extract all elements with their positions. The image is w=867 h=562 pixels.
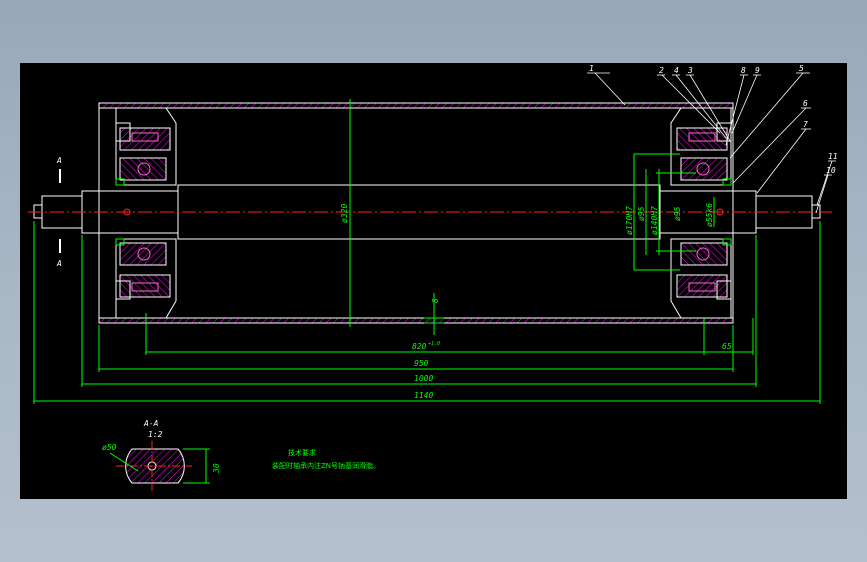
roller-assembly-drawing: A A ø320 ø170H7 ø95 ø140H7 ø95 ø55k6 8 8… (28, 64, 838, 491)
part-number-4: 4 (674, 66, 679, 75)
part-number-10: 10 (826, 166, 836, 175)
dim-length-1140: 1140 (414, 391, 433, 400)
notes-title: 技术要求 (288, 448, 316, 457)
part-number-9: 9 (755, 66, 760, 75)
part-number-1: 1 (589, 64, 594, 73)
part-number-5: 5 (799, 64, 804, 73)
part-number-7: 7 (803, 120, 808, 129)
section-view-diameter: ø50 (102, 443, 117, 452)
drawing-sheet: A A ø320 ø170H7 ø95 ø140H7 ø95 ø55k6 8 8… (20, 63, 847, 499)
part-number-2: 2 (659, 66, 664, 75)
section-view-title: A-A (143, 419, 159, 428)
section-view-a-a: A-A 1:2 ø50 30 (102, 419, 221, 491)
dim-length-820: 820 (412, 342, 427, 351)
part-number-6: 6 (803, 99, 808, 108)
dim-wall: 8 (431, 298, 440, 303)
part-number-11: 11 (828, 152, 838, 161)
dim-bore-d1: ø95 (637, 206, 646, 221)
section-mark-top: A (56, 156, 62, 165)
dim-length-820-tol: +1.0 (428, 341, 440, 347)
dim-shaft-fit: ø55k6 (705, 203, 714, 227)
dim-shell-diameter: ø320 (340, 204, 349, 223)
section-view-scale: 1:2 (148, 430, 163, 439)
part-number-3: 3 (687, 66, 693, 75)
section-view-width: 30 (212, 463, 221, 474)
dim-length-950: 950 (414, 359, 429, 368)
left-hub-assembly (115, 107, 177, 319)
dim-bore-d2: ø95 (673, 206, 682, 221)
dim-length-1000: 1000 (414, 374, 433, 383)
dim-offset-65: 65 (722, 342, 732, 351)
technical-notes: 技术要求 装配时轴承内注ZN号钠基润滑脂。 (272, 448, 380, 470)
dim-bore-fit-1: ø170H7 (625, 206, 634, 235)
dim-bore-fit-2: ø140H7 (650, 206, 659, 235)
notes-line-1: 装配时轴承内注ZN号钠基润滑脂。 (272, 461, 380, 470)
part-number-8: 8 (741, 66, 746, 75)
section-mark-bottom: A (56, 259, 62, 268)
